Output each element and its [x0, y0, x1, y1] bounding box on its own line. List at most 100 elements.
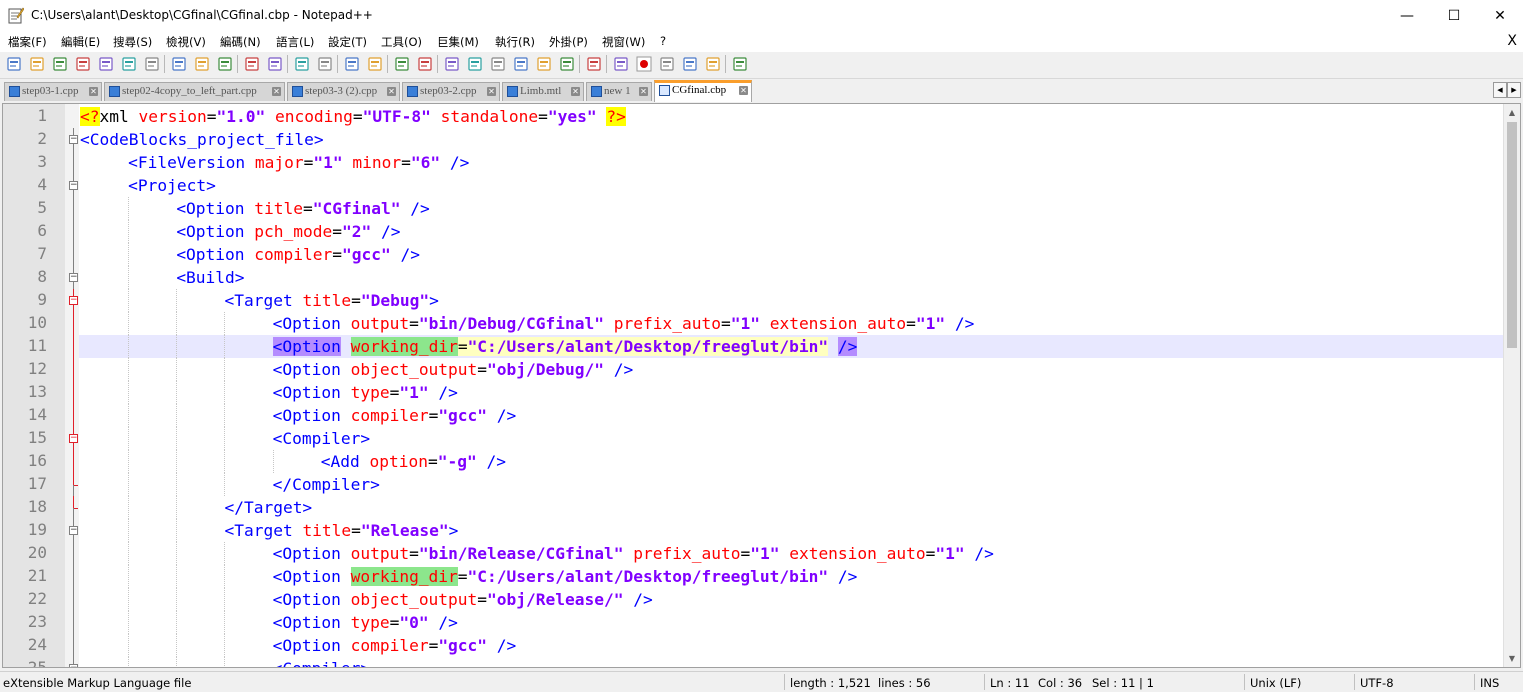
copy-icon[interactable] — [194, 56, 210, 72]
code-line[interactable]: <Option object_output="obj/Debug/" /> — [273, 358, 634, 381]
stop-macro-icon[interactable] — [659, 56, 675, 72]
maximize-button[interactable]: ☐ — [1431, 0, 1477, 32]
fold-toggle-icon[interactable]: − — [69, 664, 78, 667]
editor[interactable]: 1 2 3 4 5 6 7 8 9 10 11 12 13 14 15 16 17 18 19 20 21 22 23 24 2… — [2, 103, 1521, 668]
code-line[interactable]: <Option title="CGfinal" /> — [176, 197, 429, 220]
code-line[interactable]: <Project> — [128, 174, 216, 197]
menu-help[interactable]: ? — [660, 34, 666, 48]
zoom-out-icon[interactable] — [367, 56, 383, 72]
menu-file[interactable]: 檔案(F) — [8, 34, 47, 50]
scroll-thumb[interactable] — [1507, 122, 1517, 348]
tab-limb-mtl[interactable]: Limb.mtl ✕ — [502, 82, 584, 101]
code-line[interactable]: </Target> — [224, 496, 312, 519]
code-line[interactable]: <Option pch_mode="2" /> — [176, 220, 400, 243]
udl-icon[interactable] — [513, 56, 529, 72]
fold-margin[interactable]: − − − − − − − — [65, 104, 79, 667]
sync-horizontal-icon[interactable] — [417, 56, 433, 72]
function-list-icon[interactable] — [559, 56, 575, 72]
code-line[interactable]: <Compiler> — [273, 427, 370, 450]
menu-edit[interactable]: 編輯(E) — [61, 34, 100, 50]
code-line[interactable]: <Compiler> — [273, 657, 370, 667]
code-line[interactable]: <Target title="Debug"> — [224, 289, 438, 312]
menu-settings[interactable]: 設定(T) — [328, 34, 367, 50]
folder-workspace-icon[interactable] — [586, 56, 602, 72]
tab-cgfinal-cbp[interactable]: CGfinal.cbp ✕ — [654, 80, 752, 102]
code-line[interactable]: <Option output="bin/Debug/CGfinal" prefi… — [273, 312, 975, 335]
menu-language[interactable]: 語言(L) — [276, 34, 314, 50]
code-line[interactable]: <Option compiler="gcc" /> — [273, 634, 517, 657]
tab-step03-3-2[interactable]: step03-3 (2).cpp ✕ — [287, 82, 400, 101]
close-all-icon[interactable] — [121, 56, 137, 72]
tab-close-icon[interactable]: ✕ — [487, 87, 496, 96]
show-all-chars-icon[interactable] — [467, 56, 483, 72]
run-macro-multiple-icon[interactable] — [705, 56, 721, 72]
replace-icon[interactable] — [317, 56, 333, 72]
save-macro-icon[interactable] — [732, 56, 748, 72]
menu-window[interactable]: 視窗(W) — [602, 34, 645, 50]
code-line[interactable]: <FileVersion major="1" minor="6" /> — [128, 151, 469, 174]
monitoring-icon[interactable] — [613, 56, 629, 72]
minimize-button[interactable]: — — [1384, 0, 1430, 32]
code-line[interactable]: <Option type="0" /> — [273, 611, 458, 634]
status-eol[interactable]: Unix (LF) — [1250, 676, 1301, 690]
code-line[interactable]: <Option type="1" /> — [273, 381, 458, 404]
cut-icon[interactable] — [171, 56, 187, 72]
save-all-icon[interactable] — [75, 56, 91, 72]
scroll-down-arrow-icon[interactable]: ▼ — [1504, 650, 1520, 667]
indent-guide-icon[interactable] — [490, 56, 506, 72]
scroll-up-arrow-icon[interactable]: ▲ — [1504, 104, 1520, 121]
redo-icon[interactable] — [267, 56, 283, 72]
status-insert-mode[interactable]: INS — [1480, 676, 1499, 690]
code-line[interactable]: <?xml version="1.0" encoding="UTF-8" sta… — [80, 105, 626, 128]
code-line[interactable]: <CodeBlocks_project_file> — [80, 128, 324, 151]
vertical-scrollbar[interactable]: ▲ ▼ — [1503, 104, 1520, 667]
save-icon[interactable] — [52, 56, 68, 72]
code-line[interactable]: <Option working_dir="C:/Users/alant/Desk… — [272, 335, 858, 358]
doc-map-icon[interactable] — [536, 56, 552, 72]
fold-toggle-icon[interactable]: − — [69, 526, 78, 535]
open-file-icon[interactable] — [29, 56, 45, 72]
tab-close-icon[interactable]: ✕ — [272, 87, 281, 96]
status-encoding[interactable]: UTF-8 — [1360, 676, 1394, 690]
code-line[interactable]: <Option working_dir="C:/Users/alant/Desk… — [273, 565, 857, 588]
tab-close-icon[interactable]: ✕ — [571, 87, 580, 96]
code-line[interactable]: <Add option="-g" /> — [321, 450, 506, 473]
fold-toggle-icon[interactable]: − — [69, 296, 78, 305]
close-document-button[interactable]: X — [1507, 33, 1517, 49]
menu-tools[interactable]: 工具(O) — [381, 34, 422, 50]
tab-close-icon[interactable]: ✕ — [89, 87, 98, 96]
zoom-in-icon[interactable] — [344, 56, 360, 72]
menu-view[interactable]: 檢視(V) — [166, 34, 206, 50]
code-line[interactable]: <Option output="bin/Release/CGfinal" pre… — [273, 542, 994, 565]
close-window-button[interactable]: ✕ — [1477, 0, 1523, 32]
new-file-icon[interactable] — [6, 56, 22, 72]
fold-toggle-icon[interactable]: − — [69, 273, 78, 282]
play-macro-icon[interactable] — [682, 56, 698, 72]
menu-encoding[interactable]: 編碼(N) — [220, 34, 261, 50]
tab-close-icon[interactable]: ✕ — [739, 86, 748, 95]
tab-step03-1[interactable]: step03-1.cpp ✕ — [4, 82, 102, 101]
find-icon[interactable] — [294, 56, 310, 72]
menu-search[interactable]: 搜尋(S) — [113, 34, 152, 50]
record-macro-icon[interactable] — [636, 56, 652, 72]
paste-icon[interactable] — [217, 56, 233, 72]
code-line[interactable]: <Option object_output="obj/Release/" /> — [273, 588, 653, 611]
tab-close-icon[interactable]: ✕ — [639, 87, 648, 96]
code-area[interactable]: <?xml version="1.0" encoding="UTF-8" sta… — [79, 104, 1503, 667]
code-line[interactable]: <Build> — [176, 266, 244, 289]
code-line[interactable]: </Compiler> — [273, 473, 380, 496]
tab-step02-4copy[interactable]: step02-4copy_to_left_part.cpp ✕ — [104, 82, 285, 101]
fold-toggle-icon[interactable]: − — [69, 434, 78, 443]
code-line[interactable]: <Option compiler="gcc" /> — [176, 243, 420, 266]
print-icon[interactable] — [144, 56, 160, 72]
code-line[interactable]: <Target title="Release"> — [224, 519, 458, 542]
undo-icon[interactable] — [244, 56, 260, 72]
tab-scroll-left-button[interactable]: ◀ — [1493, 82, 1507, 98]
menu-run[interactable]: 執行(R) — [495, 34, 535, 50]
fold-toggle-icon[interactable]: − — [69, 135, 78, 144]
tab-new-1[interactable]: new 1 ✕ — [586, 82, 652, 101]
sync-vertical-icon[interactable] — [394, 56, 410, 72]
close-icon[interactable] — [98, 56, 114, 72]
word-wrap-icon[interactable] — [444, 56, 460, 72]
menu-plugins[interactable]: 外掛(P) — [549, 34, 588, 50]
